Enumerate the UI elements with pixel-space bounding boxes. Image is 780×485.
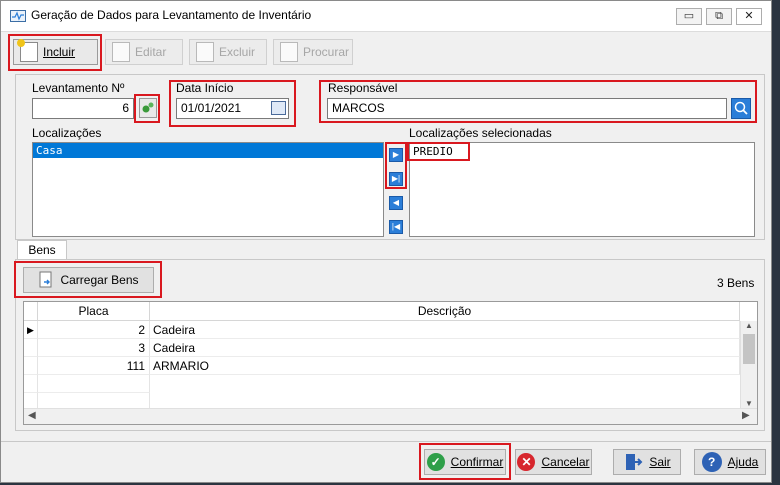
- horizontal-scrollbar[interactable]: ◀ ▶: [24, 408, 757, 424]
- row-indicator: [24, 339, 38, 357]
- app-icon: [10, 10, 26, 22]
- highlight-generate: [134, 94, 160, 123]
- cell-empty: [38, 375, 150, 393]
- scroll-up-icon[interactable]: ▲: [743, 321, 755, 333]
- restore-button[interactable]: ⧉: [706, 8, 732, 25]
- sair-label: Sair: [649, 455, 671, 469]
- scroll-thumb[interactable]: [743, 334, 755, 364]
- column-header-descricao[interactable]: Descrição: [150, 302, 740, 321]
- vertical-scrollbar[interactable]: ▲ ▼: [740, 321, 757, 413]
- bens-count: 3 Bens: [717, 276, 755, 290]
- edit-document-icon: [112, 42, 130, 62]
- cell-placa: 3: [38, 339, 150, 357]
- ajuda-label: Ajuda: [727, 455, 759, 469]
- window-title: Geração de Dados para Levantamento de In…: [31, 8, 312, 22]
- editar-label: Editar: [135, 45, 167, 59]
- sair-button[interactable]: Sair: [613, 449, 681, 475]
- empty-row: [24, 375, 740, 393]
- selecionadas-label: Localizações selecionadas: [409, 126, 552, 140]
- cell-descricao: Cadeira: [150, 321, 740, 339]
- cell-empty: [38, 393, 150, 409]
- highlight-data-inicio: [169, 80, 296, 127]
- procurar-label: Procurar: [303, 45, 350, 59]
- table-row[interactable]: 111 ARMARIO: [24, 357, 740, 375]
- search-document-icon: [280, 42, 298, 62]
- move-all-left-button[interactable]: |◀: [389, 220, 403, 234]
- toolbar: Incluir Editar Excluir Procurar: [8, 35, 766, 69]
- highlight-move-buttons: [385, 142, 407, 189]
- cell-placa: 111: [38, 357, 150, 375]
- tab-bens[interactable]: Bens: [17, 240, 67, 260]
- procurar-button[interactable]: Procurar: [273, 39, 353, 65]
- highlight-predio: [407, 142, 470, 161]
- excluir-button[interactable]: Excluir: [189, 39, 267, 65]
- editar-button[interactable]: Editar: [105, 39, 183, 65]
- localizacao-item[interactable]: Casa: [33, 143, 383, 158]
- row-indicator: [24, 375, 38, 393]
- highlight-incluir: [8, 34, 102, 71]
- scroll-right-icon[interactable]: ▶: [742, 410, 750, 421]
- cancelar-label: Cancelar: [541, 455, 590, 469]
- row-indicator-icon: ▶: [24, 321, 38, 339]
- minimize-button[interactable]: ▭: [676, 8, 702, 25]
- title-bar: Geração de Dados para Levantamento de In…: [1, 1, 771, 32]
- ajuda-button[interactable]: ? Ajuda: [694, 449, 766, 475]
- move-left-button[interactable]: ◀: [389, 196, 403, 210]
- close-button[interactable]: ✕: [736, 8, 762, 25]
- grid-corner: [24, 302, 38, 321]
- cancel-icon: ✕: [517, 453, 536, 471]
- row-indicator: [24, 357, 38, 375]
- bens-grid: Placa Descrição ▶ 2 Cadeira 3 Cadeira 11…: [23, 301, 758, 425]
- scroll-left-icon[interactable]: ◀: [28, 410, 36, 421]
- table-row[interactable]: ▶ 2 Cadeira: [24, 321, 740, 339]
- exit-door-icon: [626, 454, 643, 470]
- help-icon: ?: [701, 452, 722, 472]
- highlight-carregar: [14, 261, 162, 298]
- empty-row: [24, 393, 740, 409]
- excluir-label: Excluir: [219, 45, 256, 59]
- cell-descricao: Cadeira: [150, 339, 740, 357]
- cell-descricao: ARMARIO: [150, 357, 740, 375]
- delete-document-icon: [196, 42, 214, 62]
- cell-placa: 2: [38, 321, 150, 339]
- column-header-placa[interactable]: Placa: [38, 302, 150, 321]
- localizacoes-list[interactable]: Casa: [32, 142, 384, 237]
- row-indicator: [24, 393, 38, 409]
- levantamento-label: Levantamento Nº: [32, 81, 125, 95]
- highlight-confirmar: [419, 443, 511, 480]
- levantamento-input[interactable]: 6: [32, 98, 134, 119]
- highlight-responsavel: [319, 80, 757, 123]
- cancelar-button[interactable]: ✕ Cancelar: [515, 449, 592, 475]
- table-row[interactable]: 3 Cadeira: [24, 339, 740, 357]
- main-window: Geração de Dados para Levantamento de In…: [0, 0, 772, 483]
- localizacoes-label: Localizações: [32, 126, 102, 140]
